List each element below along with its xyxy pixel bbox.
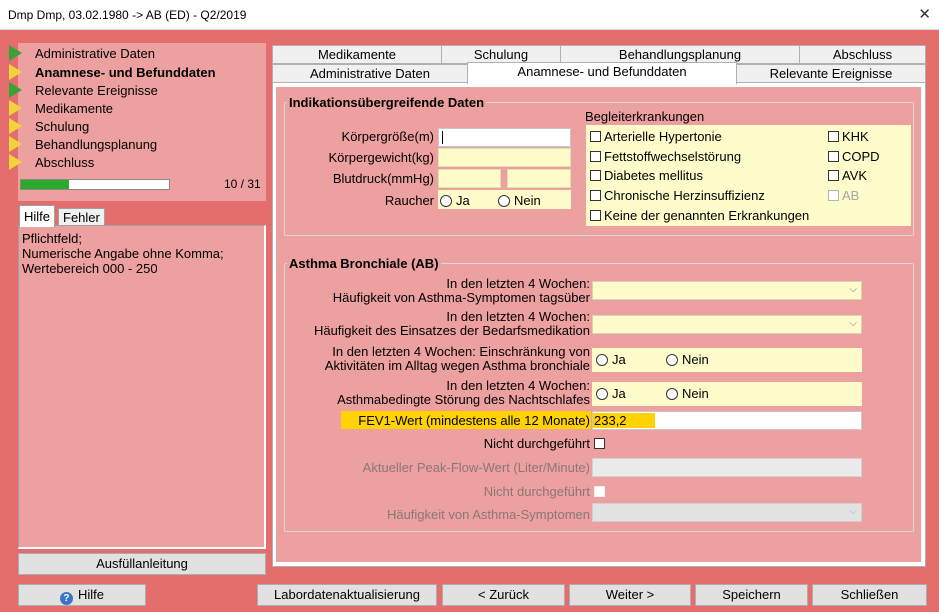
koerpergewicht-label: Körpergewicht(kg) [328,150,435,165]
haeufigkeit-symptome-select: ⌵ [592,503,862,522]
help-text: Pflichtfeld; Numerische Angabe ohne Komm… [22,231,224,276]
zurueck-button[interactable]: < Zurück [442,584,565,606]
einschraenkung-ja-radio[interactable]: Ja [596,352,626,367]
tab-relevante-ereignisse[interactable]: Relevante Ereignisse [736,64,926,83]
checkbox-icon [828,190,839,201]
ab-checkbox: AB [828,188,859,203]
avk-checkbox[interactable]: AVK [828,168,867,183]
nav-item-relevante-ereignisse[interactable]: Relevante Ereignisse [9,81,158,99]
nachtschlaf-nein-radio[interactable]: Nein [666,386,709,401]
peak-flow-input [592,458,862,477]
radio-circle-icon [666,387,678,400]
fev1-nicht-durchgefuehrt-label: Nicht durchgeführt [483,436,590,451]
completion-progress-bar [20,179,170,190]
copd-checkbox[interactable]: COPD [828,149,880,164]
status-complete-icon [9,82,22,98]
raucher-ja-radio[interactable]: Ja [440,193,470,208]
status-incomplete-icon [9,136,22,152]
window-title: Dmp Dmp, 03.02.1980 -> AB (ED) - Q2/2019 [8,8,247,22]
status-incomplete-icon [9,100,22,116]
tab-fehler[interactable]: Fehler [58,208,105,226]
haeufigkeit-symptome-label: Häufigkeit von Asthma-Symptomen [386,507,590,522]
nachtschlaf-ja-radio[interactable]: Ja [596,386,626,401]
fev1-label: FEV1-Wert (mindestens alle 12 Monate) [358,413,590,428]
blutdruck-systolisch-input[interactable] [438,169,501,188]
speichern-button[interactable]: Speichern [695,584,808,606]
symptome-tagsueber-label: In den letzten 4 Wochen: Häufigkeit von A… [332,276,590,305]
tab-abschluss[interactable]: Abschluss [799,45,926,64]
status-incomplete-icon [9,118,22,134]
checkbox-icon [590,210,601,221]
checkbox-icon [828,131,839,142]
checkbox-icon [590,190,601,201]
progress-count: 10 / 31 [224,177,261,191]
weiter-button[interactable]: Weiter > [569,584,691,606]
einschraenkung-aktivitaeten-label: In den letzten 4 Wochen: Einschränkung v… [324,344,590,373]
begleiterkrankungen-title: Begleiterkrankungen [585,109,705,124]
checkbox-icon [594,438,605,449]
tab-administrative-daten[interactable]: Administrative Daten [272,64,468,83]
diabetes-mellitus-checkbox[interactable]: Diabetes mellitus [590,168,703,183]
bedarfsmedikation-label: In den letzten 4 Wochen: Häufigkeit des E… [313,309,590,338]
radio-circle-icon [498,194,510,207]
chevron-down-icon: ⌵ [849,506,857,517]
chevron-down-icon: ⌵ [849,284,857,295]
schliessen-button[interactable]: Schließen [812,584,927,606]
checkbox-icon [590,170,601,181]
asthma-title: Asthma Bronchiale (AB) [287,256,441,271]
radio-circle-icon [440,194,452,207]
radio-circle-icon [596,353,608,366]
chronische-herzinsuffizienz-checkbox[interactable]: Chronische Herzinsuffizienz [590,188,765,203]
bedarfsmedikation-select[interactable]: ⌵ [592,315,862,334]
fettstoffwechselstoerung-checkbox[interactable]: Fettstoffwechselstörung [590,149,741,164]
status-incomplete-icon [9,64,22,80]
checkbox-icon [590,131,601,142]
peak-flow-nicht-durchgefuehrt-checkbox [594,486,608,497]
checkbox-icon [828,151,839,162]
arterielle-hypertonie-checkbox[interactable]: Arterielle Hypertonie [590,129,722,144]
radio-circle-icon [666,353,678,366]
checkbox-icon [828,170,839,181]
symptome-tagsueber-select[interactable]: ⌵ [592,281,862,300]
chevron-down-icon: ⌵ [849,318,857,329]
status-complete-icon [9,45,22,61]
hilfe-button[interactable]: ? Hilfe [18,584,146,606]
peak-flow-nicht-durchgefuehrt-label: Nicht durchgeführt [483,484,590,499]
tab-anamnese-befunddaten[interactable]: Anamnese- und Befunddaten [467,62,737,84]
ausfuellanleitung-button[interactable]: Ausfüllanleitung [18,553,266,575]
nav-item-anamnese[interactable]: Anamnese- und Befunddaten [9,63,216,81]
blutdruck-label: Blutdruck(mmHg) [332,171,434,186]
einschraenkung-nein-radio[interactable]: Nein [666,352,709,367]
khk-checkbox[interactable]: KHK [828,129,869,144]
raucher-label: Raucher [384,193,434,208]
keine-erkrankungen-checkbox[interactable]: Keine der genannten Erkrankungen [590,208,809,223]
help-icon: ? [59,592,73,605]
nav-item-abschluss[interactable]: Abschluss [9,153,94,171]
stoerung-nachtschlaf-label: In den letzten 4 Wochen: Asthmabedingte S… [337,378,590,407]
fev1-nicht-durchgefuehrt-checkbox[interactable] [594,438,608,449]
nav-item-administrative-daten[interactable]: Administrative Daten [9,44,155,62]
koerpergroesse-label: Körpergröße(m) [341,129,434,144]
tab-hilfe[interactable]: Hilfe [19,205,56,227]
window-titlebar: Dmp Dmp, 03.02.1980 -> AB (ED) - Q2/2019… [0,0,939,30]
status-incomplete-icon [9,154,22,170]
koerpergewicht-input[interactable] [438,148,571,167]
peak-flow-label: Aktueller Peak-Flow-Wert (Liter/Minute) [362,460,590,475]
einschraenkung-aktivitaeten-field [592,348,862,372]
close-icon[interactable]: ✕ [918,5,931,23]
nav-item-medikamente[interactable]: Medikamente [9,99,113,117]
nav-item-schulung[interactable]: Schulung [9,117,89,135]
stoerung-nachtschlaf-field [592,382,862,406]
checkbox-icon [594,486,605,497]
radio-circle-icon [596,387,608,400]
tab-medikamente[interactable]: Medikamente [272,45,442,64]
koerpergroesse-input[interactable] [438,128,571,147]
checkbox-icon [590,151,601,162]
fev1-input[interactable]: 233,2 [592,411,862,430]
nav-item-behandlungsplanung[interactable]: Behandlungsplanung [9,135,157,153]
blutdruck-diastolisch-input[interactable] [507,169,571,188]
raucher-nein-radio[interactable]: Nein [498,193,541,208]
labordatenaktualisierung-button[interactable]: Labordatenaktualisierung [257,584,437,606]
indikation-title: Indikationsübergreifende Daten [287,95,487,110]
